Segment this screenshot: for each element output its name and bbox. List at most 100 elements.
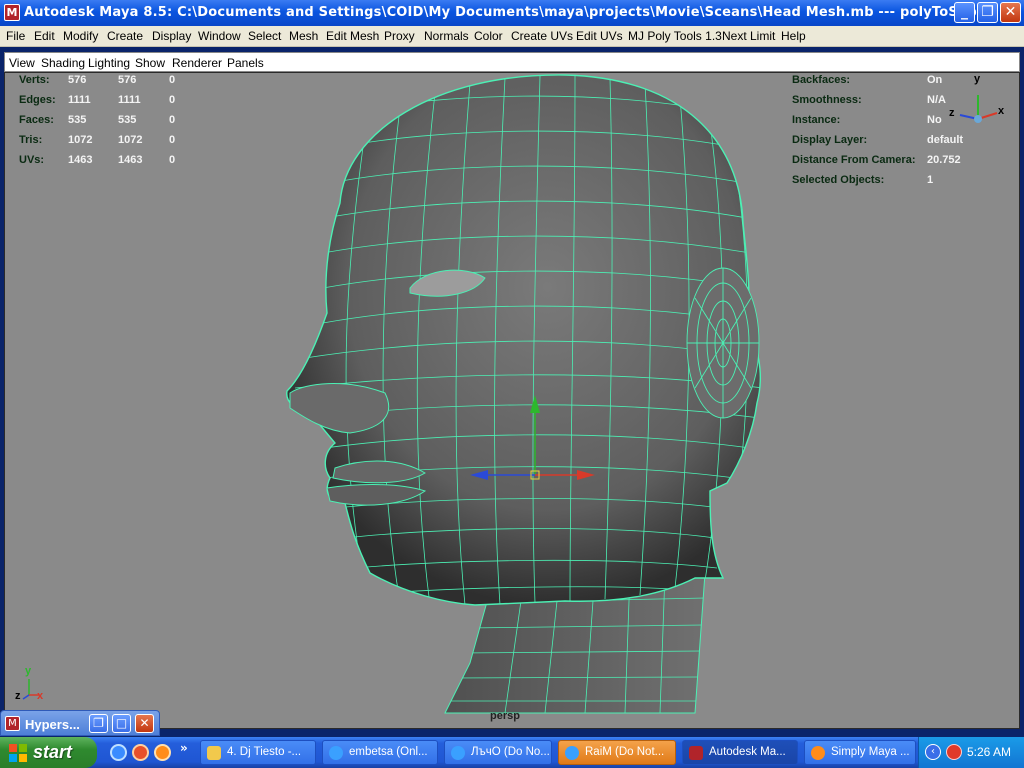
taskbar-item-chat-lacho[interactable]: ЛъчО (Do No...: [444, 740, 552, 765]
hud-verts-v2: 576: [118, 74, 137, 86]
hud-backfaces-value: On: [927, 74, 943, 86]
window-title: Autodesk Maya 8.5: C:\Documents and Sett…: [24, 5, 996, 20]
view-axis-gizmo[interactable]: [959, 95, 998, 123]
main-menu-bar: File Edit Modify Create Display Window S…: [0, 26, 1024, 47]
corner-axis-x-label: x: [37, 690, 44, 702]
hud-verts-v1: 576: [68, 74, 87, 86]
ear-mesh: [686, 267, 760, 419]
mini-close-button[interactable]: ✕: [135, 714, 154, 733]
hud-smoothness-value: N/A: [927, 94, 946, 106]
ie-quicklaunch-icon[interactable]: [110, 744, 127, 761]
mini-maximize-button[interactable]: □: [112, 714, 131, 733]
maya-app-icon: [689, 746, 703, 760]
hud-tris-v2: 1072: [118, 134, 143, 146]
tray-messenger-icon[interactable]: [946, 744, 962, 760]
taskbar-item-maya[interactable]: Autodesk Ma...: [682, 740, 798, 765]
hud-instance-label: Instance:: [792, 114, 841, 126]
taskbar-item-winamp[interactable]: 4. Dj Tiesto -...: [200, 740, 316, 765]
mini-window-title: Hypers...: [25, 717, 80, 732]
menu-create[interactable]: Create: [107, 29, 143, 43]
panel-menu-show[interactable]: Show: [135, 56, 165, 70]
menu-display[interactable]: Display: [152, 29, 191, 43]
maya-app-icon[interactable]: M: [4, 4, 20, 21]
panel-menu-view[interactable]: View: [9, 56, 35, 70]
panel-menu-lighting[interactable]: Lighting: [88, 56, 130, 70]
perspective-viewport[interactable]: Verts: 576 576 0 Edges: 1111 1111 0 Face…: [4, 72, 1020, 729]
hud-distance-value: 20.752: [927, 154, 961, 166]
winamp-icon: [207, 746, 221, 760]
hud-instance-value: No: [927, 114, 942, 126]
menu-edit[interactable]: Edit: [34, 29, 55, 43]
mini-restore-button[interactable]: ❐: [89, 714, 108, 733]
panel-menu-shading[interactable]: Shading: [41, 56, 85, 70]
menu-edit-uvs[interactable]: Edit UVs: [576, 29, 623, 43]
hud-tris-v1: 1072: [68, 134, 93, 146]
chat-icon: [329, 746, 343, 760]
hud-faces-label: Faces:: [19, 114, 54, 126]
menu-mj-poly-tools[interactable]: MJ Poly Tools 1.3: [628, 29, 722, 43]
hud-display-layer-value: default: [927, 134, 964, 146]
menu-edit-mesh[interactable]: Edit Mesh: [326, 29, 379, 43]
quicklaunch-more-icon[interactable]: »: [180, 741, 188, 755]
hud-uvs-v1: 1463: [68, 154, 93, 166]
hud-backfaces-label: Backfaces:: [792, 74, 851, 86]
menu-file[interactable]: File: [6, 29, 25, 43]
hud-uvs-label: UVs:: [19, 154, 45, 166]
hypershade-minimized-window[interactable]: M Hypers... ❐ □ ✕: [0, 710, 160, 736]
hud-display-layer-label: Display Layer:: [792, 134, 868, 146]
menu-color[interactable]: Color: [474, 29, 503, 43]
start-button[interactable]: start: [0, 737, 97, 768]
chat-icon: [565, 746, 579, 760]
menu-modify[interactable]: Modify: [63, 29, 98, 43]
taskbar-clock[interactable]: 5:26 AM: [967, 745, 1011, 759]
head-mesh-canvas[interactable]: [5, 73, 1020, 729]
hud-tris-label: Tris:: [19, 134, 43, 146]
hud-faces-v3: 0: [169, 114, 176, 126]
title-bar[interactable]: M Autodesk Maya 8.5: C:\Documents and Se…: [0, 0, 1024, 26]
hud-edges-v1: 1111: [68, 94, 91, 106]
panel-menu-renderer[interactable]: Renderer: [172, 56, 222, 70]
hud-smoothness-label: Smoothness:: [792, 94, 862, 106]
taskbar-item-firefox[interactable]: Simply Maya ...: [804, 740, 916, 765]
hud-verts-label: Verts:: [19, 74, 50, 86]
menu-help[interactable]: Help: [781, 29, 806, 43]
hud-faces-v1: 535: [68, 114, 87, 126]
hud-verts-v3: 0: [169, 74, 176, 86]
windows-taskbar: start » 4. Dj Tiesto -... embetsa (Onl..…: [0, 737, 1024, 768]
hud-faces-v2: 535: [118, 114, 137, 126]
taskbar-item-chat-embetsa[interactable]: embetsa (Onl...: [322, 740, 438, 765]
maya-app-icon: M: [5, 716, 20, 731]
hud-selected-label: Selected Objects:: [792, 174, 885, 186]
corner-axis-y-label: y: [25, 665, 32, 677]
menu-select[interactable]: Select: [248, 29, 281, 43]
menu-normals[interactable]: Normals: [424, 29, 469, 43]
taskbar-item-chat-raim[interactable]: RaiM (Do Not...: [558, 740, 676, 765]
restore-button[interactable]: ❐: [977, 2, 998, 23]
view-gizmo-x-label: x: [998, 105, 1005, 117]
firefox-icon: [811, 746, 825, 760]
menu-window[interactable]: Window: [198, 29, 241, 43]
menu-next-limit[interactable]: Next Limit: [722, 29, 775, 43]
hud-tris-v3: 0: [169, 134, 176, 146]
panel-menu-bar: View Shading Lighting Show Renderer Pane…: [4, 52, 1020, 72]
menu-mesh[interactable]: Mesh: [289, 29, 318, 43]
hud-edges-v2: 1111: [118, 94, 141, 106]
media-quicklaunch-icon[interactable]: [132, 744, 149, 761]
head-mesh[interactable]: [286, 74, 763, 606]
minimize-button[interactable]: _: [954, 2, 975, 23]
start-label: start: [33, 742, 73, 762]
panel-menu-panels[interactable]: Panels: [227, 56, 264, 70]
camera-name-label: persp: [490, 710, 520, 722]
hud-uvs-v3: 0: [169, 154, 176, 166]
tray-expand-icon[interactable]: ‹: [925, 744, 941, 760]
menu-proxy[interactable]: Proxy: [384, 29, 415, 43]
hud-edges-v3: 0: [169, 94, 176, 106]
hud-distance-label: Distance From Camera:: [792, 154, 916, 166]
close-button[interactable]: ✕: [1000, 2, 1021, 23]
hud-edges-label: Edges:: [19, 94, 56, 106]
menu-create-uvs[interactable]: Create UVs: [511, 29, 573, 43]
corner-axis-z-label: z: [15, 690, 21, 702]
chat-icon: [451, 746, 465, 760]
hud-uvs-v2: 1463: [118, 154, 143, 166]
firefox-quicklaunch-icon[interactable]: [154, 744, 171, 761]
